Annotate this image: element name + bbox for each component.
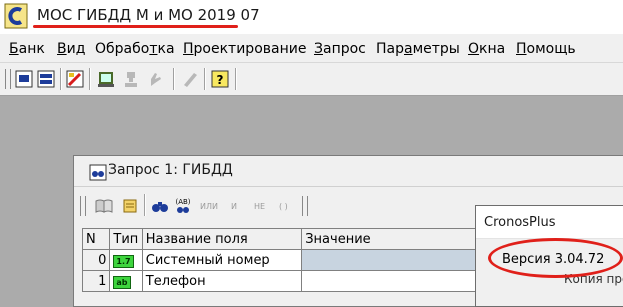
menu-query[interactable]: Запрос bbox=[314, 41, 366, 57]
pencil-icon[interactable] bbox=[180, 69, 200, 89]
query-window-titlebar[interactable]: Запрос 1: ГИБДД bbox=[74, 156, 623, 187]
toolbar-separator bbox=[173, 68, 175, 90]
table-row[interactable]: 1 ab Телефон bbox=[81, 270, 482, 292]
open-bank-icon[interactable] bbox=[14, 69, 34, 89]
type-cell: 1.7 bbox=[109, 249, 143, 271]
query-binoculars-icon bbox=[89, 164, 107, 181]
col-header-value[interactable]: Значение bbox=[301, 228, 482, 250]
annotation-underline bbox=[33, 25, 238, 28]
report-icon[interactable] bbox=[96, 69, 116, 89]
row-number: 1 bbox=[81, 270, 111, 292]
menu-help[interactable]: Помощь bbox=[516, 41, 576, 57]
edit-form-icon[interactable] bbox=[65, 69, 85, 89]
about-dialog-title: CronosPlus bbox=[484, 215, 556, 230]
menu-view[interactable]: Вид bbox=[57, 41, 85, 57]
or-button[interactable]: ИЛИ bbox=[200, 202, 218, 211]
toolbar-separator bbox=[235, 68, 237, 90]
table-row[interactable]: 0 1.7 Системный номер bbox=[81, 249, 482, 271]
svg-text:(AB): (AB) bbox=[175, 198, 190, 206]
text-type-badge: ab bbox=[113, 275, 131, 289]
toolbar-separator bbox=[89, 68, 91, 90]
toolbar-separator bbox=[60, 68, 62, 90]
menu-windows[interactable]: Окна bbox=[468, 41, 505, 57]
cronos-app-icon[interactable] bbox=[4, 3, 28, 29]
app-titlebar: МОС ГИБДД М и МО 2019 07 bbox=[0, 0, 623, 34]
col-header-field-name[interactable]: Название поля bbox=[141, 228, 303, 250]
col-header-type[interactable]: Тип bbox=[109, 228, 143, 250]
menu-bar: Банк Вид Обработка Проектирование Запрос… bbox=[0, 34, 623, 63]
menu-processing[interactable]: Обработка bbox=[95, 41, 175, 57]
row-number: 0 bbox=[81, 249, 111, 271]
toolbar-grip[interactable] bbox=[5, 69, 11, 89]
parens-button[interactable]: ( ) bbox=[279, 202, 288, 211]
col-header-n[interactable]: N bbox=[81, 228, 111, 250]
search-binoculars-icon[interactable] bbox=[150, 196, 170, 216]
table-header-row: N Тип Название поля Значение bbox=[81, 228, 482, 250]
menu-parameters[interactable]: Параметры bbox=[376, 41, 460, 57]
app-title: МОС ГИБДД М и МО 2019 07 bbox=[37, 6, 260, 24]
numeric-type-badge: 1.7 bbox=[113, 254, 134, 268]
value-cell[interactable] bbox=[301, 249, 482, 271]
bank-list-icon[interactable] bbox=[36, 69, 56, 89]
about-dialog-titlebar[interactable]: CronosPlus bbox=[476, 206, 623, 239]
toolbar-separator bbox=[144, 194, 146, 216]
menu-design[interactable]: Проектирование bbox=[183, 41, 306, 57]
annotation-ellipse bbox=[488, 238, 623, 278]
open-book-icon[interactable] bbox=[94, 196, 114, 216]
stamp-icon[interactable] bbox=[121, 69, 141, 89]
query-fields-table: N Тип Название поля Значение 0 1.7 Систе… bbox=[81, 228, 482, 292]
toolbar-separator bbox=[204, 68, 206, 90]
and-button[interactable]: И bbox=[231, 202, 237, 211]
query-window-title: Запрос 1: ГИБДД bbox=[108, 162, 233, 178]
field-name-cell[interactable]: Системный номер bbox=[141, 249, 303, 271]
value-cell[interactable] bbox=[301, 270, 482, 292]
toolbar-grip[interactable] bbox=[80, 196, 86, 216]
hand-icon[interactable] bbox=[146, 69, 166, 89]
help-question-icon[interactable]: ? bbox=[210, 69, 230, 89]
not-button[interactable]: НЕ bbox=[254, 202, 265, 211]
scroll-icon[interactable] bbox=[120, 196, 140, 216]
main-toolbar: ? bbox=[0, 63, 623, 96]
svg-text:?: ? bbox=[217, 73, 224, 87]
field-name-cell[interactable]: Телефон bbox=[141, 270, 303, 292]
type-cell: ab bbox=[109, 270, 143, 292]
find-text-icon[interactable]: (AB) bbox=[173, 196, 193, 216]
toolbar-grip[interactable] bbox=[302, 196, 308, 216]
menu-bank[interactable]: Банк bbox=[9, 41, 45, 57]
